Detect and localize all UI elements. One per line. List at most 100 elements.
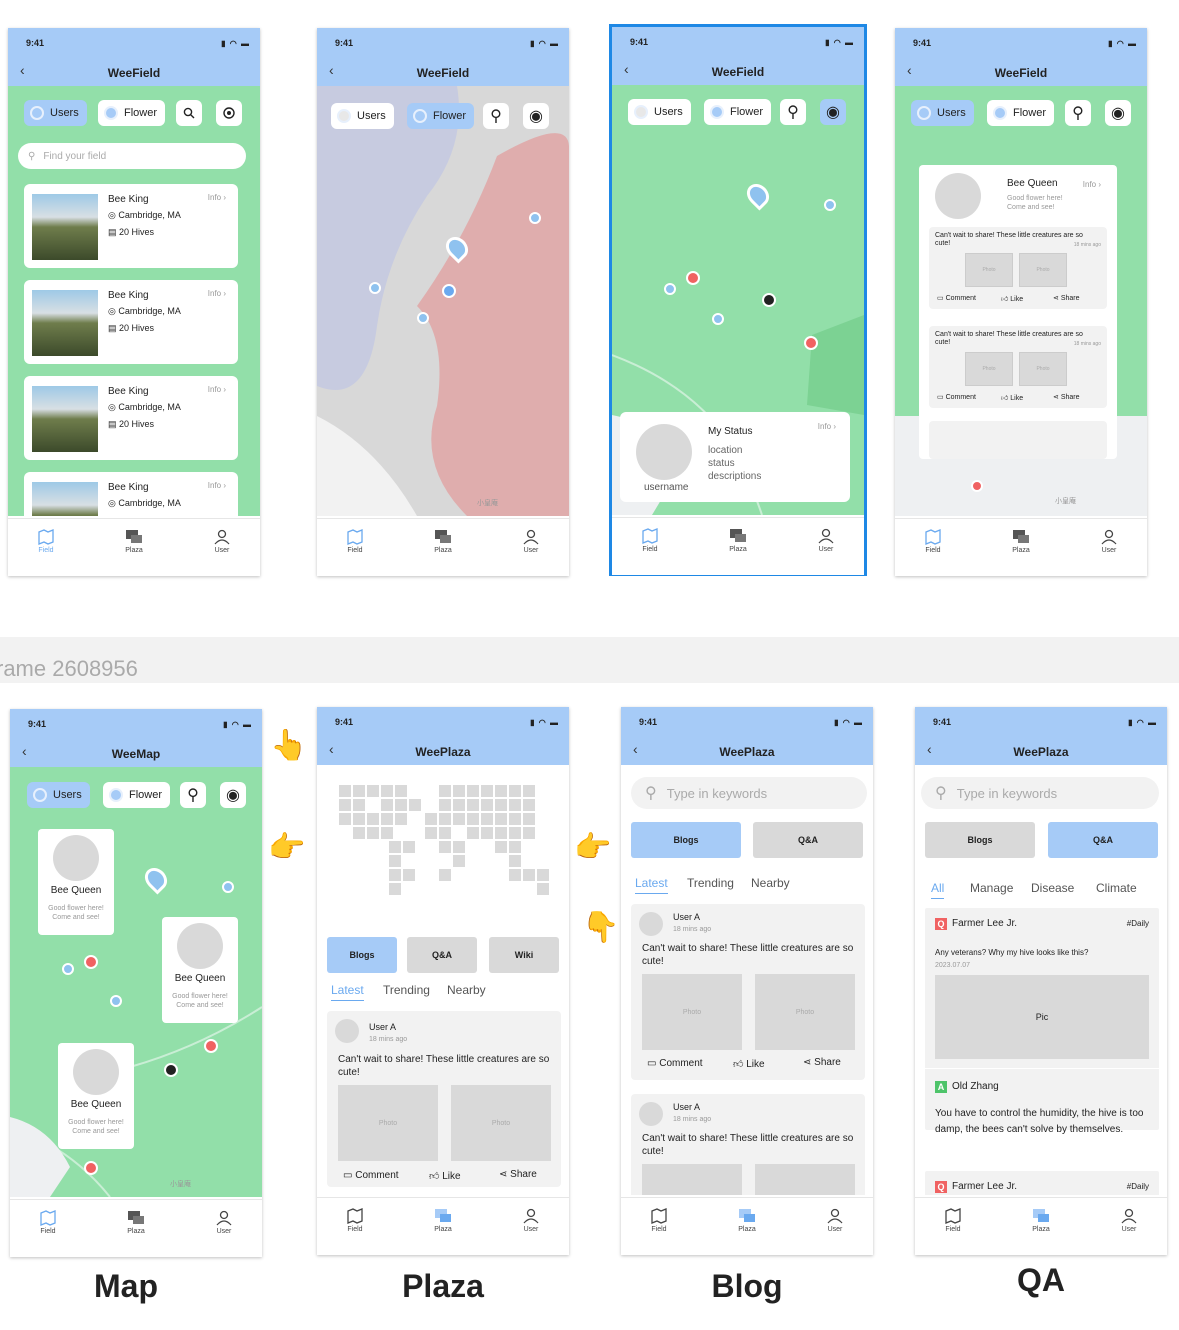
- like-button[interactable]: 👍︎ Like: [1001, 393, 1023, 402]
- grid-cell[interactable]: [353, 799, 365, 811]
- map-pin[interactable]: [686, 271, 700, 285]
- tab-plaza[interactable]: Plaza: [413, 1208, 473, 1233]
- tab-qa[interactable]: Q&A: [1048, 822, 1158, 858]
- grid-cell[interactable]: [495, 827, 507, 839]
- grid-cell[interactable]: [537, 869, 549, 881]
- tab-qa[interactable]: Q&A: [407, 937, 477, 973]
- mini-post[interactable]: Can't wait to share! These little creatu…: [929, 326, 1107, 408]
- grid-cell[interactable]: [481, 813, 493, 825]
- field-card[interactable]: Bee King Info › ◎ Cambridge, MA ▤ 20 Hiv…: [24, 376, 238, 460]
- info-link[interactable]: Info ›: [208, 385, 226, 394]
- grid-cell[interactable]: [453, 799, 465, 811]
- grid-cell[interactable]: [523, 869, 535, 881]
- grid-cell[interactable]: [395, 785, 407, 797]
- subtab-nearby[interactable]: Nearby: [447, 983, 486, 997]
- grid-cell[interactable]: [439, 785, 451, 797]
- grid-cell[interactable]: [495, 785, 507, 797]
- users-filter[interactable]: Users: [331, 103, 394, 129]
- grid-cell[interactable]: [367, 813, 379, 825]
- grid-cell[interactable]: [481, 799, 493, 811]
- grid-cell[interactable]: [403, 869, 415, 881]
- grid-cell[interactable]: [339, 813, 351, 825]
- map-area[interactable]: Users Flower ⚲ Find your field Bee King I…: [8, 86, 260, 516]
- comment-button[interactable]: ▭ Comment: [937, 294, 976, 302]
- tab-field[interactable]: Field: [903, 529, 963, 554]
- world-grid-map[interactable]: [317, 765, 569, 895]
- grid-cell[interactable]: [439, 813, 451, 825]
- share-button[interactable]: ⋖ Share: [1053, 393, 1080, 401]
- like-button[interactable]: 👍︎ Like: [429, 1170, 461, 1182]
- search-button[interactable]: [176, 100, 202, 126]
- grid-cell[interactable]: [439, 841, 451, 853]
- field-card[interactable]: Bee King Info › ◎ Cambridge, MA ▤ 20 Hiv…: [24, 184, 238, 268]
- tab-user[interactable]: User: [194, 1210, 254, 1235]
- grid-cell[interactable]: [395, 813, 407, 825]
- grid-cell[interactable]: [495, 841, 507, 853]
- grid-cell[interactable]: [439, 827, 451, 839]
- tab-user[interactable]: User: [805, 1208, 865, 1233]
- field-card[interactable]: Bee King Info › ◎ Cambridge, MA: [24, 472, 238, 516]
- search-button[interactable]: ⚲: [780, 99, 806, 125]
- post-card[interactable]: User A 18 mins ago Can't wait to share! …: [631, 1094, 865, 1195]
- grid-cell[interactable]: [523, 813, 535, 825]
- grid-cell[interactable]: [509, 869, 521, 881]
- share-button[interactable]: ⋖ Share: [499, 1169, 537, 1180]
- grid-cell[interactable]: [395, 799, 407, 811]
- grid-cell[interactable]: [509, 799, 521, 811]
- users-filter[interactable]: Users: [24, 100, 87, 126]
- grid-cell[interactable]: [389, 883, 401, 895]
- grid-cell[interactable]: [467, 827, 479, 839]
- info-link[interactable]: Info ›: [208, 193, 226, 202]
- grid-cell[interactable]: [425, 813, 437, 825]
- subtab-trending[interactable]: Trending: [687, 876, 734, 890]
- locate-button[interactable]: ◉: [1105, 100, 1131, 126]
- map-pin[interactable]: [84, 955, 98, 969]
- map-area[interactable]: Users Flower ⚲ ◉ Bee Queen Info › Good f…: [895, 86, 1147, 516]
- users-filter[interactable]: Users: [911, 100, 974, 126]
- grid-cell[interactable]: [537, 883, 549, 895]
- grid-cell[interactable]: [339, 799, 351, 811]
- tab-plaza[interactable]: Plaza: [413, 529, 473, 554]
- tab-blogs[interactable]: Blogs: [327, 937, 397, 973]
- grid-cell[interactable]: [509, 841, 521, 853]
- grid-cell[interactable]: [403, 841, 415, 853]
- flower-filter[interactable]: Flower: [407, 103, 475, 129]
- grid-cell[interactable]: [353, 813, 365, 825]
- grid-cell[interactable]: [495, 799, 507, 811]
- map-area[interactable]: Users Flower ⚲ ◉ 小皇庵: [317, 86, 569, 516]
- grid-cell[interactable]: [467, 785, 479, 797]
- users-filter[interactable]: Users: [27, 782, 90, 808]
- map-pin[interactable]: [62, 963, 74, 975]
- tab-user[interactable]: User: [1079, 529, 1139, 554]
- map-pin[interactable]: [110, 995, 122, 1007]
- map-pin[interactable]: [529, 212, 541, 224]
- subtab-all[interactable]: All: [931, 881, 945, 899]
- users-filter[interactable]: Users: [628, 99, 691, 125]
- tab-plaza[interactable]: Plaza: [717, 1208, 777, 1233]
- grid-cell[interactable]: [381, 799, 393, 811]
- map-pin[interactable]: [664, 283, 676, 295]
- map-pin[interactable]: [804, 336, 818, 350]
- grid-cell[interactable]: [453, 841, 465, 853]
- tab-user[interactable]: User: [192, 529, 252, 554]
- qa-thread[interactable]: Q Farmer Lee Jr. #Daily: [925, 1171, 1159, 1195]
- tab-user[interactable]: User: [501, 1208, 561, 1233]
- search-input[interactable]: ⚲ Type in keywords: [631, 777, 867, 809]
- grid-cell[interactable]: [381, 785, 393, 797]
- grid-cell[interactable]: [339, 785, 351, 797]
- grid-cell[interactable]: [509, 827, 521, 839]
- tab-user[interactable]: User: [1099, 1208, 1159, 1233]
- locate-button[interactable]: ◉: [820, 99, 846, 125]
- search-button[interactable]: ⚲: [180, 782, 206, 808]
- share-button[interactable]: ⋖ Share: [1053, 294, 1080, 302]
- map-area[interactable]: Users Flower ⚲ ◉ Bee Queen Good flower h…: [10, 767, 262, 1197]
- info-link[interactable]: Info ›: [1083, 180, 1101, 189]
- info-link[interactable]: Info ›: [818, 422, 836, 431]
- map-pin[interactable]: [84, 1161, 98, 1175]
- qa-thread[interactable]: Q Farmer Lee Jr. #Daily Any veterans? Wh…: [925, 908, 1159, 1130]
- tab-user[interactable]: User: [501, 529, 561, 554]
- tab-blogs[interactable]: Blogs: [631, 822, 741, 858]
- tab-plaza[interactable]: Plaza: [1011, 1208, 1071, 1233]
- tab-field[interactable]: Field: [620, 528, 680, 553]
- comment-button[interactable]: ▭ Comment: [343, 1170, 399, 1181]
